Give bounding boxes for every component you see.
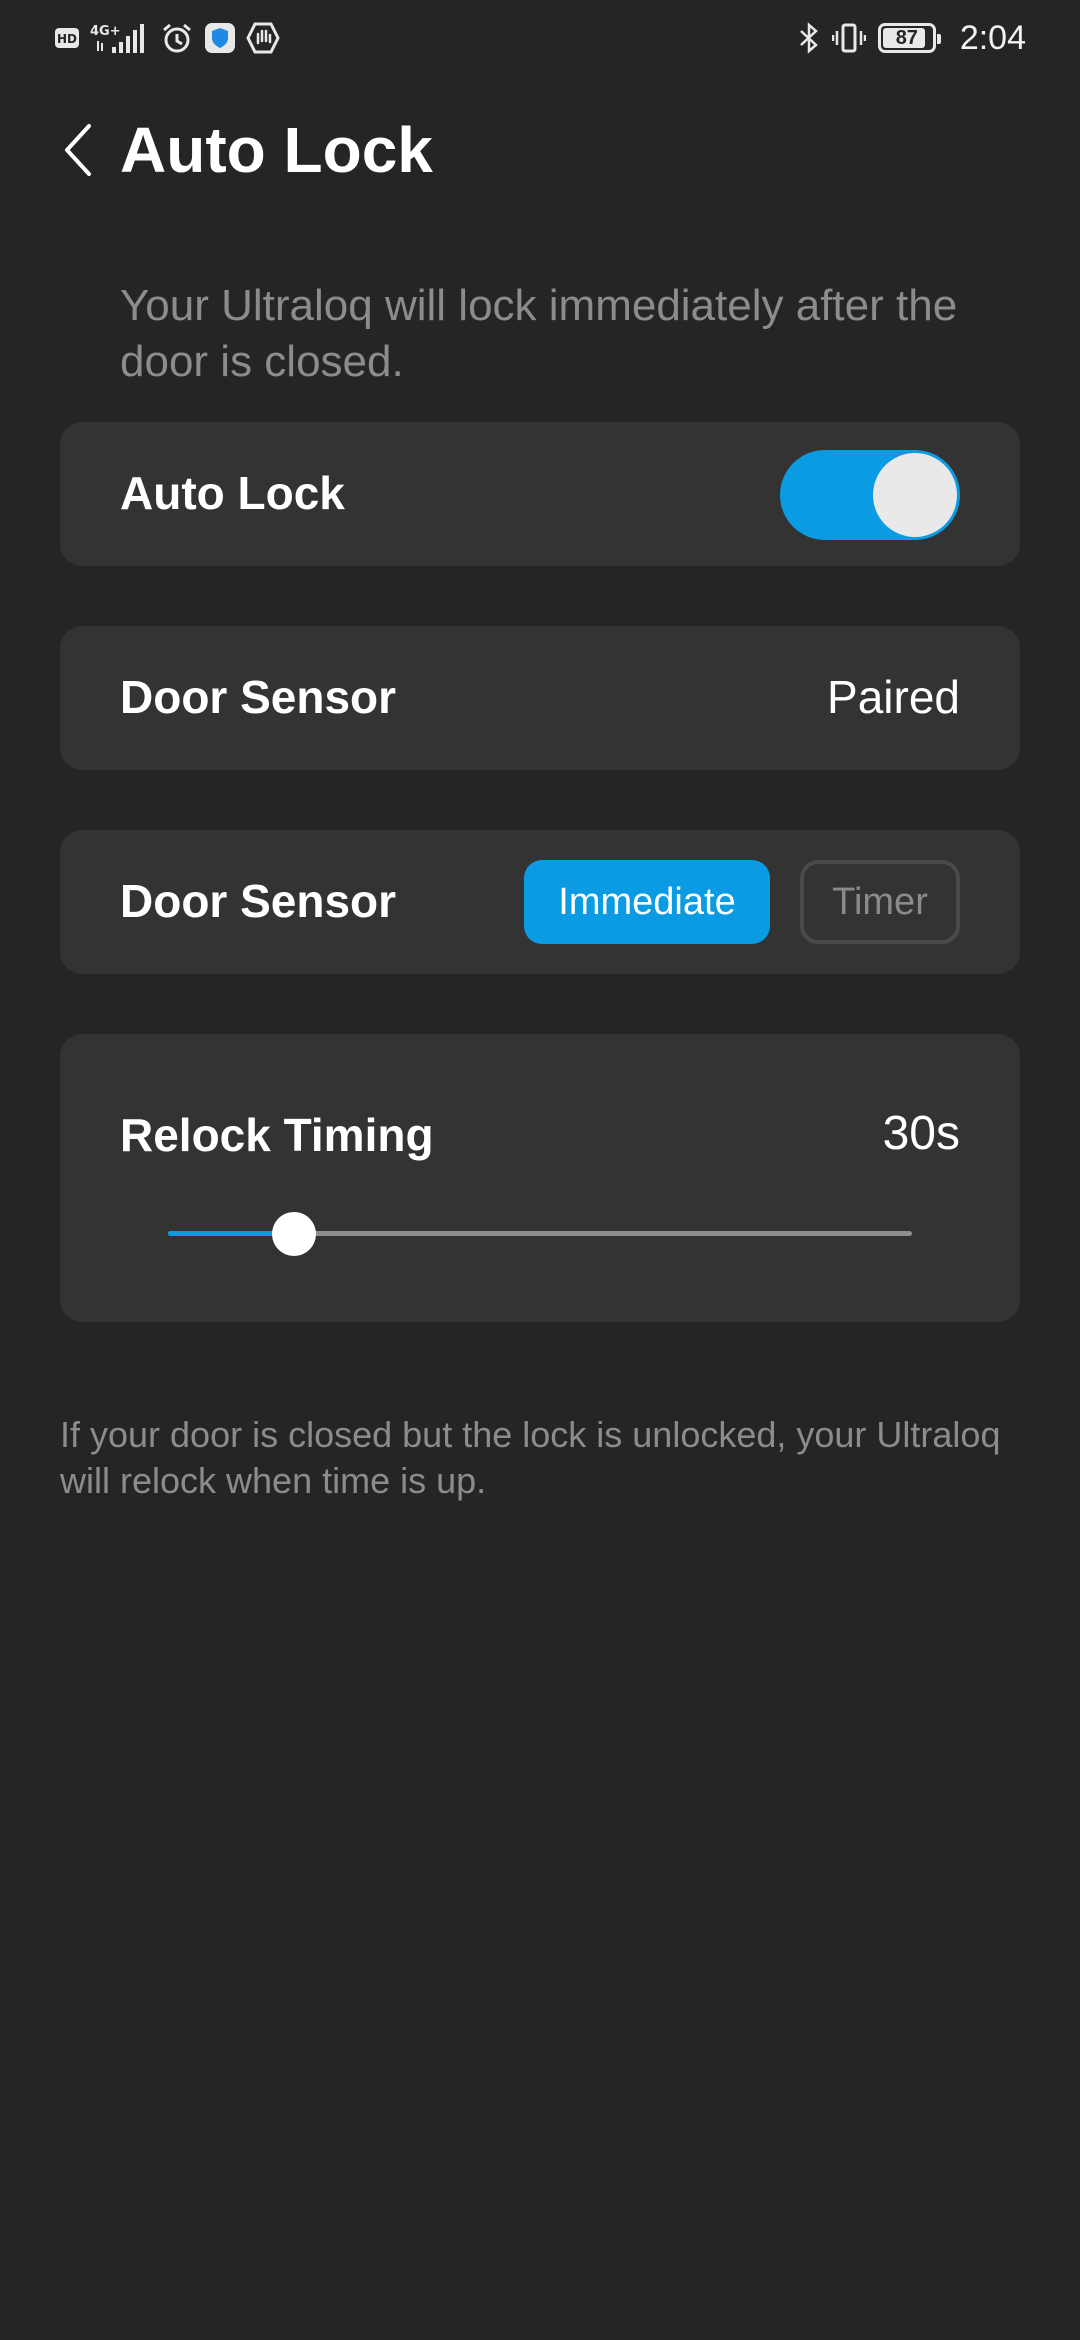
status-bar: HD 4G+ 87 2:04: [0, 0, 1080, 76]
shield-app-icon: [204, 22, 236, 54]
bluetooth-icon: [798, 21, 820, 55]
status-bar-left: HD 4G+: [54, 18, 280, 58]
toggle-knob: [873, 453, 957, 537]
status-time: 2:04: [959, 18, 1026, 57]
relock-footnote: If your door is closed but the lock is u…: [60, 1414, 1001, 1501]
battery-icon: 87: [877, 23, 941, 53]
auto-lock-label: Auto Lock: [120, 467, 345, 519]
auto-lock-card: Auto Lock: [60, 422, 1020, 566]
relock-timing-value: 30s: [882, 1107, 960, 1160]
immediate-button[interactable]: Immediate: [524, 860, 770, 944]
alarm-icon: [160, 21, 194, 55]
page-title: Auto Lock: [120, 114, 433, 186]
door-sensor-mode-label: Door Sensor: [120, 875, 397, 927]
relock-timing-slider[interactable]: [168, 1204, 912, 1264]
relock-timing-label: Relock Timing: [120, 1109, 434, 1161]
hd-icon: HD: [54, 26, 80, 50]
back-button[interactable]: [52, 118, 102, 182]
battery-level: 87: [895, 26, 918, 49]
chevron-left-icon: [65, 124, 91, 176]
4g-signal-icon: 4G+: [90, 21, 150, 55]
auto-lock-toggle[interactable]: [780, 450, 960, 540]
header: Auto Lock: [0, 100, 1080, 200]
door-sensor-card[interactable]: Door Sensor Paired: [60, 626, 1020, 770]
door-sensor-mode-card: Door Sensor Immediate Timer: [60, 830, 1020, 974]
intro-description: Your Ultraloq will lock immediately afte…: [120, 281, 958, 386]
status-bar-right: 87 2:04: [798, 18, 1026, 58]
hand-app-icon: [246, 21, 280, 55]
slider-thumb[interactable]: [272, 1212, 317, 1256]
vibrate-icon: [831, 21, 866, 55]
timer-button[interactable]: Timer: [800, 860, 960, 944]
door-sensor-label: Door Sensor: [120, 671, 397, 723]
door-sensor-status: Paired: [827, 671, 960, 723]
svg-text:HD: HD: [57, 32, 77, 46]
svg-text:4G+: 4G+: [90, 24, 121, 39]
relock-timing-card: Relock Timing 30s: [60, 1034, 1020, 1322]
